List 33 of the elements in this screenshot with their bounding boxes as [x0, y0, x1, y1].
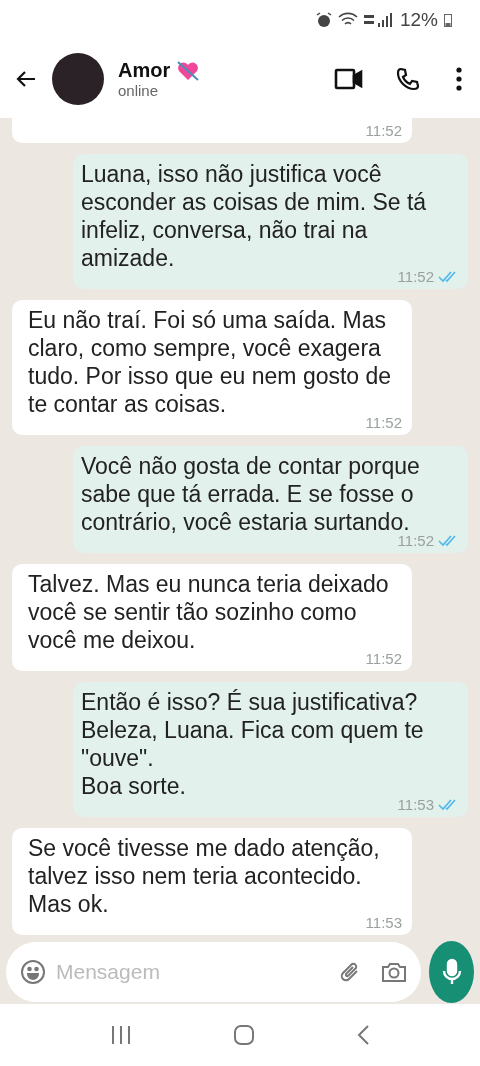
battery-icon [444, 13, 452, 27]
home-icon[interactable] [233, 1024, 255, 1046]
back-icon[interactable] [355, 1024, 370, 1046]
camera-icon[interactable] [381, 960, 407, 984]
message-time: 11:52 [365, 651, 402, 667]
message-time: 11:52 [397, 269, 434, 285]
message-time: 11:53 [365, 915, 402, 931]
alarm-icon [315, 12, 332, 28]
avatar[interactable] [52, 53, 104, 105]
heart-icon [176, 59, 201, 82]
message-text: Você não gosta de contar porque sabe que tá errada. E se fosse o contrário, você estaria surtando. [81, 452, 421, 536]
microphone-icon [440, 958, 463, 986]
phone-icon [396, 67, 420, 91]
message-text: Então é isso? É sua justificativa? Beleza, Luana. Fica com quem te "ouve". Boa sorte. [81, 688, 425, 800]
message-input[interactable]: Mensagem [54, 959, 329, 985]
message-time: 11:53 [397, 797, 434, 813]
recent-apps-icon[interactable] [110, 1025, 133, 1045]
microphone-button[interactable] [429, 941, 474, 1003]
video-camera-icon [334, 68, 364, 90]
message-text: Eu não traí. Foi só uma saída. Mas claro, como sempre, você exagera tudo. Por isso que eu nem gosto de te contar as coisas. [28, 306, 393, 418]
message-time: 11:52 [397, 533, 434, 549]
message-time: 11:52 [365, 123, 402, 139]
contact-name[interactable]: Amor [118, 59, 171, 82]
contact-status: online [118, 82, 160, 99]
message-input-field[interactable]: Mensagem [6, 942, 421, 1002]
message-text: Luana, isso não justifica você esconder as coisas de mim. Se tá infeliz, conversa, não trai na amizade. [81, 160, 428, 272]
message-text: Se você tivesse me dado atenção, talvez isso nem teria acontecido. Mas ok. [28, 834, 381, 918]
emoji-icon[interactable] [20, 959, 46, 985]
message-text: Talvez. Mas eu nunca teria deixado você se sentir tão sozinho como você me deixou. [28, 570, 390, 654]
battery-percent: 12% [399, 9, 438, 31]
more-options-icon [456, 67, 462, 91]
message-time: 11:52 [365, 415, 402, 431]
signal-icon [363, 12, 394, 28]
